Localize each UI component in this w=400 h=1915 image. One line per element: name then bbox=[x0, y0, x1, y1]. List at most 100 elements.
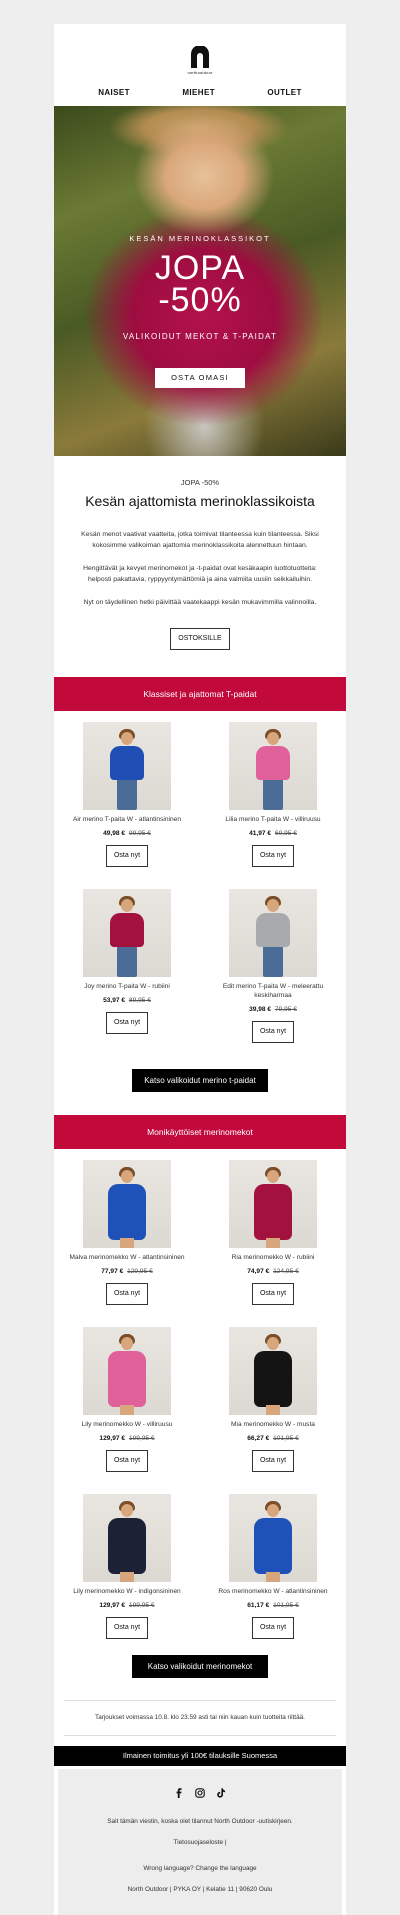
product-name[interactable]: Ros merinomekko W - atlantinsininen bbox=[200, 1587, 346, 1596]
product-grid-dresses: Malva merinomekko W - atlantinsininen 77… bbox=[54, 1149, 346, 1661]
sale-price: 53,97 € bbox=[103, 997, 126, 1004]
buy-now-button[interactable]: Osta nyt bbox=[106, 1450, 148, 1472]
product-image[interactable] bbox=[229, 889, 317, 977]
figure-shirt bbox=[110, 746, 144, 780]
sale-price: 77,97 € bbox=[101, 1268, 124, 1275]
product-card[interactable]: Malva merinomekko W - atlantinsininen 77… bbox=[54, 1160, 200, 1305]
change-language-link[interactable]: Wrong language? Change the language bbox=[58, 1864, 342, 1873]
figure-legs bbox=[263, 778, 283, 810]
product-price: 61,17 € 101,95 € bbox=[200, 1602, 346, 1609]
figure-legs bbox=[120, 1238, 134, 1248]
original-price: 101,95 € bbox=[273, 1602, 299, 1609]
buy-now-button[interactable]: Osta nyt bbox=[106, 1283, 148, 1305]
sale-price: 129,97 € bbox=[99, 1435, 126, 1442]
original-price: 79,95 € bbox=[274, 1006, 297, 1013]
buy-now-button[interactable]: Osta nyt bbox=[252, 1283, 294, 1305]
buy-now-button[interactable]: Osta nyt bbox=[106, 845, 148, 867]
hero-banner[interactable]: KESÄN MERINOKLASSIKOT JOPA -50% VALIKOID… bbox=[54, 106, 346, 456]
figure-head bbox=[121, 899, 133, 912]
product-name[interactable]: Air merino T-paita W - atlantinsininen bbox=[54, 815, 200, 824]
buy-now-button[interactable]: Osta nyt bbox=[252, 1617, 294, 1639]
product-image[interactable] bbox=[83, 1327, 171, 1415]
figure-legs bbox=[117, 778, 137, 810]
product-image[interactable] bbox=[229, 1494, 317, 1582]
product-name[interactable]: Malva merinomekko W - atlantinsininen bbox=[54, 1253, 200, 1262]
logo-icon bbox=[191, 46, 209, 68]
product-card[interactable]: Lilia merino T-paita W - villiruusu 41,9… bbox=[200, 722, 346, 867]
product-card[interactable]: Air merino T-paita W - atlantinsininen 4… bbox=[54, 722, 200, 867]
product-card[interactable]: Mia merinomekko W - musta 66,27 € 101,95… bbox=[200, 1327, 346, 1472]
intro-section: JOPA -50% Kesän ajattomista merinoklassi… bbox=[54, 456, 346, 650]
product-price: 66,27 € 101,95 € bbox=[200, 1435, 346, 1442]
terms-text: Tarjoukset voimassa 10.8. klo 23.59 asti… bbox=[95, 1714, 305, 1721]
footer-address: North Outdoor | PYKA OY | Kelatie 11 | 9… bbox=[127, 1886, 273, 1893]
hero-cta-button[interactable]: OSTA OMASI bbox=[155, 368, 245, 388]
product-name[interactable]: Joy merino T-paita W - rubiini bbox=[54, 982, 200, 991]
product-price: 129,97 € 199,95 € bbox=[54, 1435, 200, 1442]
original-price: 89,95 € bbox=[128, 997, 151, 1004]
intro-paragraph-3: Nyt on täydellinen hetki päivittää vaate… bbox=[83, 599, 317, 606]
nav-outlet[interactable]: OUTLET bbox=[267, 88, 301, 97]
brand-logo[interactable]: northoutdoor bbox=[54, 46, 346, 75]
product-name[interactable]: Lily merinomekko W - villiruusu bbox=[54, 1420, 200, 1429]
original-price: 199,95 € bbox=[128, 1602, 155, 1609]
instagram-icon[interactable] bbox=[195, 1788, 205, 1798]
product-image[interactable] bbox=[83, 889, 171, 977]
buy-now-button[interactable]: Osta nyt bbox=[252, 1021, 294, 1043]
product-image[interactable] bbox=[83, 1494, 171, 1582]
nav-miehet[interactable]: MIEHET bbox=[182, 88, 215, 97]
privacy-policy-link[interactable]: Tietosuojaseloste | bbox=[58, 1838, 342, 1847]
figure-dress bbox=[108, 1351, 146, 1407]
nav-naiset[interactable]: NAISET bbox=[98, 88, 130, 97]
figure-head bbox=[267, 1504, 279, 1517]
product-image[interactable] bbox=[83, 722, 171, 810]
product-name[interactable]: Ria merinomekko W - rubiini bbox=[200, 1253, 346, 1262]
buy-now-button[interactable]: Osta nyt bbox=[106, 1012, 148, 1034]
figure-legs bbox=[263, 945, 283, 977]
product-price: 49,98 € 99,95 € bbox=[54, 830, 200, 837]
hero-headline-line1: JOPA bbox=[154, 249, 246, 287]
terms-wrap: Tarjoukset voimassa 10.8. klo 23.59 asti… bbox=[54, 1700, 346, 1736]
facebook-icon[interactable] bbox=[174, 1788, 184, 1798]
shop-button[interactable]: OSTOKSILLE bbox=[170, 628, 230, 650]
product-name[interactable]: Lilia merino T-paita W - villiruusu bbox=[200, 815, 346, 824]
buy-now-button[interactable]: Osta nyt bbox=[252, 1450, 294, 1472]
product-name[interactable]: Mia merinomekko W - musta bbox=[200, 1420, 346, 1429]
original-price: 101,95 € bbox=[273, 1435, 299, 1442]
figure-legs bbox=[266, 1405, 280, 1415]
product-card[interactable]: Joy merino T-paita W - rubiini 53,97 € 8… bbox=[54, 889, 200, 1043]
product-card[interactable]: Edit merino T-paita W - meleerattu keski… bbox=[200, 889, 346, 1043]
section-title-tshirts: Klassiset ja ajattomat T-paidat bbox=[54, 677, 346, 711]
figure-dress bbox=[108, 1184, 146, 1240]
product-price: 39,98 € 79,95 € bbox=[200, 1006, 346, 1013]
figure-head bbox=[121, 1337, 133, 1350]
product-image[interactable] bbox=[229, 1327, 317, 1415]
sale-price: 61,17 € bbox=[247, 1602, 270, 1609]
view-dresses-button[interactable]: Katso valikoidut merinomekot bbox=[132, 1655, 268, 1678]
tiktok-icon[interactable] bbox=[216, 1788, 226, 1798]
product-card[interactable]: Lily merinomekko W - villiruusu 129,97 €… bbox=[54, 1327, 200, 1472]
figure-head bbox=[121, 1504, 133, 1517]
product-name[interactable]: Edit merino T-paita W - meleerattu keski… bbox=[200, 982, 346, 1000]
product-card[interactable]: Ros merinomekko W - atlantinsininen 61,1… bbox=[200, 1494, 346, 1639]
divider bbox=[64, 1735, 336, 1736]
figure-head bbox=[267, 732, 279, 745]
footer-subscription-note: Sait tämän viestin, koska olet tilannut … bbox=[107, 1818, 293, 1825]
sale-price: 41,97 € bbox=[249, 830, 272, 837]
original-price: 99,95 € bbox=[128, 830, 151, 837]
buy-now-button[interactable]: Osta nyt bbox=[106, 1617, 148, 1639]
product-card[interactable]: Ria merinomekko W - rubiini 74,97 € 124,… bbox=[200, 1160, 346, 1305]
logo-text: northoutdoor bbox=[187, 70, 213, 75]
product-image[interactable] bbox=[229, 1160, 317, 1248]
view-tshirts-button[interactable]: Katso valikoidut merino t-paidat bbox=[132, 1069, 268, 1092]
product-image[interactable] bbox=[229, 722, 317, 810]
figure-shirt bbox=[110, 913, 144, 947]
product-image[interactable] bbox=[83, 1160, 171, 1248]
buy-now-button[interactable]: Osta nyt bbox=[252, 845, 294, 867]
figure-head bbox=[121, 732, 133, 745]
shipping-banner: Ilmainen toimitus yli 100€ tilauksille S… bbox=[54, 1746, 346, 1766]
intro-kicker: JOPA -50% bbox=[180, 478, 220, 487]
product-name[interactable]: Lily merinomekko W - indigonsininen bbox=[54, 1587, 200, 1596]
figure-head bbox=[267, 899, 279, 912]
product-card[interactable]: Lily merinomekko W - indigonsininen 129,… bbox=[54, 1494, 200, 1639]
